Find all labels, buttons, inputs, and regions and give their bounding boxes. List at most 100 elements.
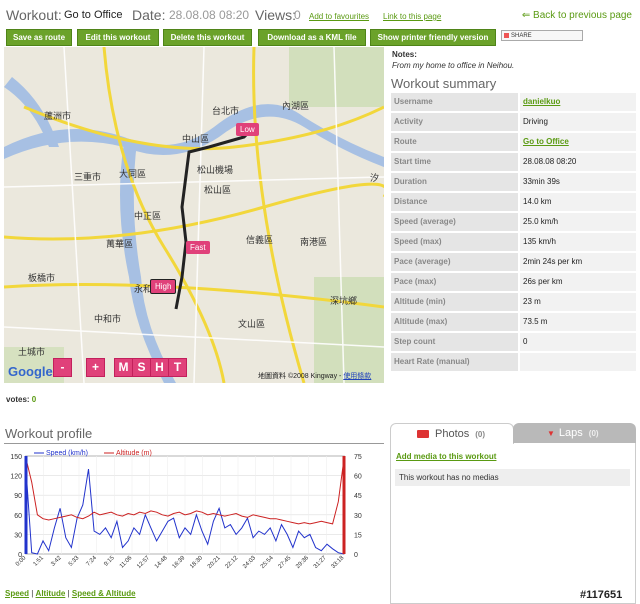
summary-value[interactable]: Go to Office bbox=[520, 133, 636, 151]
altitude-link[interactable]: Altitude bbox=[36, 589, 66, 598]
summary-value: 135 km/h bbox=[520, 233, 636, 251]
summary-value[interactable]: danielkuo bbox=[520, 93, 636, 111]
share-button[interactable]: SHARE bbox=[501, 30, 583, 41]
tab-laps[interactable]: ▼ Laps (0) bbox=[513, 423, 636, 443]
map-label: 信義區 bbox=[246, 235, 274, 245]
y-right-tick-label: 0 bbox=[354, 552, 358, 559]
summary-key: Pace (average) bbox=[391, 253, 518, 271]
x-tick-label: 20:21 bbox=[207, 555, 222, 570]
route-map[interactable]: 蘆洲市 台北市 內湖區 中山區 大同區 三重市 松山機場 松山區 中正區 萬華區… bbox=[4, 47, 384, 383]
x-tick-label: 31:27 bbox=[313, 555, 328, 570]
y-left-tick-label: 90 bbox=[14, 493, 22, 500]
x-tick-label: 16:39 bbox=[172, 555, 187, 570]
y-right-tick-label: 15 bbox=[354, 532, 362, 539]
map-type-s-button[interactable]: S bbox=[132, 358, 151, 377]
summary-row: Speed (average) 25.0 km/h bbox=[391, 213, 636, 233]
add-to-favourites-link[interactable]: Add to favourites bbox=[309, 12, 369, 21]
summary-row: Duration 33min 39s bbox=[391, 173, 636, 193]
x-tick-label: 18:30 bbox=[189, 555, 204, 570]
summary-key: Username bbox=[391, 93, 518, 111]
summary-value: 14.0 km bbox=[520, 193, 636, 211]
high-marker[interactable]: High bbox=[150, 279, 177, 294]
summary-key: Start time bbox=[391, 153, 518, 171]
map-label: 三重市 bbox=[74, 172, 102, 182]
summary-row: Pace (average) 2min 24s per km bbox=[391, 253, 636, 273]
summary-row: Distance 14.0 km bbox=[391, 193, 636, 213]
map-label: 蘆洲市 bbox=[44, 111, 72, 121]
y-left-tick-label: 30 bbox=[14, 532, 22, 539]
notes: Notes: From my home to office in Neihou. bbox=[392, 50, 514, 70]
map-label: 南港區 bbox=[300, 237, 328, 247]
summary-value: 25.0 km/h bbox=[520, 213, 636, 231]
date-label: Date: bbox=[132, 7, 166, 23]
summary-row: Altitude (min) 23 m bbox=[391, 293, 636, 313]
summary-value: 33min 39s bbox=[520, 173, 636, 191]
views-label: Views: bbox=[255, 7, 296, 23]
map-label: 板橋市 bbox=[28, 273, 56, 283]
speed-link[interactable]: Speed bbox=[5, 589, 29, 598]
map-label: 內湖區 bbox=[282, 101, 310, 111]
summary-value: Driving bbox=[520, 113, 636, 131]
summary-row: Activity Driving bbox=[391, 113, 636, 133]
x-tick-label: 0:00 bbox=[15, 555, 28, 568]
delete-workout-button[interactable]: Delete this workout bbox=[163, 29, 252, 46]
link-to-page-link[interactable]: Link to this page bbox=[383, 12, 441, 21]
x-tick-label: 27:45 bbox=[278, 555, 293, 570]
summary-key: Speed (average) bbox=[391, 213, 518, 231]
y-left-tick-label: 60 bbox=[14, 513, 22, 520]
printer-friendly-button[interactable]: Show printer friendly version bbox=[370, 29, 496, 46]
edit-workout-button[interactable]: Edit this workout bbox=[77, 29, 159, 46]
summary-value: 0 bbox=[520, 333, 636, 351]
workout-profile-chart: 0306090120150015304560750:00 1:51 3:42 5:33… bbox=[10, 450, 362, 570]
y-right-tick-label: 30 bbox=[354, 513, 362, 520]
summary-row: Speed (max) 135 km/h bbox=[391, 233, 636, 253]
summary-key: Duration bbox=[391, 173, 518, 191]
views-value: 0 bbox=[294, 8, 301, 22]
map-type-h-button[interactable]: H bbox=[150, 358, 169, 377]
legend-label-speed: Speed (km/h) bbox=[46, 450, 88, 457]
back-link[interactable]: ⇐ Back to previous page bbox=[522, 10, 632, 21]
y-right-tick-label: 45 bbox=[354, 493, 362, 500]
x-tick-label: 7:24 bbox=[86, 555, 99, 568]
workout-name: Go to Office bbox=[64, 9, 123, 21]
summary-key: Route bbox=[391, 133, 518, 151]
profile-links: Speed | Altitude | Speed & Altitude bbox=[5, 589, 136, 598]
summary-key: Distance bbox=[391, 193, 518, 211]
zoom-out-button[interactable]: - bbox=[53, 358, 72, 377]
summary-table: Username danielkuo Activity Driving Route Go … bbox=[391, 93, 636, 373]
map-label: 汐 bbox=[370, 173, 380, 183]
y-right-tick-label: 75 bbox=[354, 454, 362, 461]
fast-marker[interactable]: Fast bbox=[186, 241, 210, 254]
summary-key: Altitude (max) bbox=[391, 313, 518, 331]
watermark: #117651 bbox=[580, 589, 623, 601]
map-label: 中正區 bbox=[134, 211, 162, 221]
summary-value bbox=[520, 353, 636, 371]
tab-photos[interactable]: Photos (0) bbox=[390, 423, 514, 444]
votes-label: votes: bbox=[6, 395, 30, 404]
workout-header: Workout: Go to Office Date: 28.08.08 08:… bbox=[6, 6, 634, 28]
speed-altitude-link[interactable]: Speed & Altitude bbox=[72, 589, 136, 598]
map-type-m-button[interactable]: M bbox=[114, 358, 133, 377]
map-label: 中山區 bbox=[182, 134, 210, 144]
download-kml-button[interactable]: Download as a KML file bbox=[258, 29, 366, 46]
map-label: 松山區 bbox=[204, 185, 232, 195]
terms-link[interactable]: 使用條款 bbox=[343, 373, 371, 380]
zoom-in-button[interactable]: + bbox=[86, 358, 105, 377]
x-tick-label: 1:51 bbox=[33, 555, 46, 568]
x-tick-label: 24:03 bbox=[242, 555, 257, 570]
low-marker[interactable]: Low bbox=[236, 123, 259, 136]
add-media-link[interactable]: Add media to this workout bbox=[396, 452, 496, 461]
map-label: 中和市 bbox=[94, 314, 122, 324]
x-tick-label: 14:48 bbox=[154, 555, 169, 570]
x-tick-label: 22:12 bbox=[225, 555, 240, 570]
save-as-route-button[interactable]: Save as route bbox=[6, 29, 72, 46]
x-tick-label: 25:54 bbox=[260, 555, 275, 570]
votes: votes: 0 bbox=[6, 395, 36, 404]
summary-row: Username danielkuo bbox=[391, 93, 636, 113]
summary-row: Heart Rate (manual) bbox=[391, 353, 636, 373]
profile-title: Workout profile bbox=[5, 426, 93, 441]
no-media-message: This workout has no medias bbox=[395, 469, 630, 486]
map-type-t-button[interactable]: T bbox=[168, 358, 187, 377]
map-label: 深坑鄉 bbox=[330, 296, 358, 306]
summary-row: Altitude (max) 73.5 m bbox=[391, 313, 636, 333]
